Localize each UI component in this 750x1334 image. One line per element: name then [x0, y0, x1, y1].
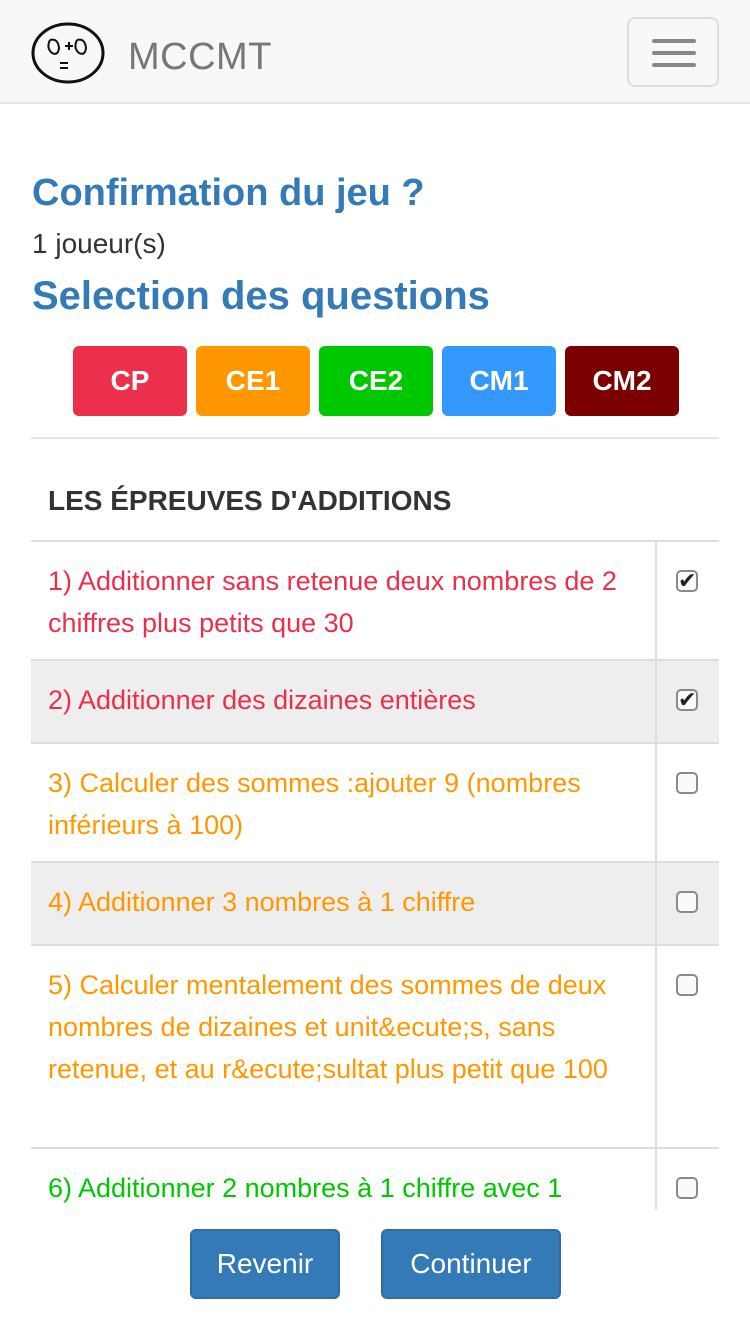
- selection-title: Selection des questions: [32, 274, 490, 318]
- table-row: 4) Additionner 3 nombres à 1 chiffre: [31, 863, 719, 946]
- question-checkbox[interactable]: [676, 974, 698, 996]
- question-checkbox[interactable]: [676, 1177, 698, 1199]
- question-text: 5) Calculer mentalement des sommes de de…: [48, 970, 608, 1084]
- question-text: 2) Additionner des dizaines entières: [48, 685, 476, 715]
- table-row: 6) Additionner 2 nombres à 1 chiffre ave…: [31, 1149, 719, 1210]
- page-title: Confirmation du jeu ?: [32, 172, 425, 214]
- question-text: 1) Additionner sans retenue deux nombres…: [48, 566, 617, 638]
- table-row: 1) Additionner sans retenue deux nombres…: [31, 542, 719, 661]
- table-row: 3) Calculer des sommes :ajouter 9 (nombr…: [31, 744, 719, 863]
- question-checkbox[interactable]: [676, 772, 698, 794]
- brand-name[interactable]: MCCMT: [128, 36, 272, 79]
- question-checkbox[interactable]: [676, 891, 698, 913]
- continue-button[interactable]: Continuer: [381, 1229, 561, 1299]
- menu-toggle-button[interactable]: [627, 17, 719, 87]
- navbar: MCCMT: [0, 0, 750, 104]
- level-button-ce2[interactable]: CE2: [319, 346, 433, 416]
- level-button-cm1[interactable]: CM1: [442, 346, 556, 416]
- divider: [31, 437, 719, 439]
- section-title: LES ÉPREUVES D'ADDITIONS: [48, 485, 452, 516]
- level-button-cp[interactable]: CP: [73, 346, 187, 416]
- question-checkbox[interactable]: ✔: [676, 689, 698, 711]
- question-text: 6) Additionner 2 nombres à 1 chiffre ave…: [48, 1173, 563, 1203]
- question-checkbox[interactable]: ✔: [676, 570, 698, 592]
- hamburger-icon: [652, 39, 696, 43]
- table-row: 2) Additionner des dizaines entières ✔: [31, 661, 719, 744]
- question-text: 3) Calculer des sommes :ajouter 9 (nombr…: [48, 768, 581, 840]
- level-button-ce1[interactable]: CE1: [196, 346, 310, 416]
- level-button-cm2[interactable]: CM2: [565, 346, 679, 416]
- questions-table: 1) Additionner sans retenue deux nombres…: [31, 540, 719, 1210]
- table-row: 5) Calculer mentalement des sommes de de…: [31, 946, 719, 1149]
- question-text: 4) Additionner 3 nombres à 1 chiffre: [48, 887, 476, 917]
- logo-face-icon[interactable]: [30, 20, 108, 86]
- players-count: 1 joueur(s): [32, 228, 166, 259]
- back-button[interactable]: Revenir: [190, 1229, 340, 1299]
